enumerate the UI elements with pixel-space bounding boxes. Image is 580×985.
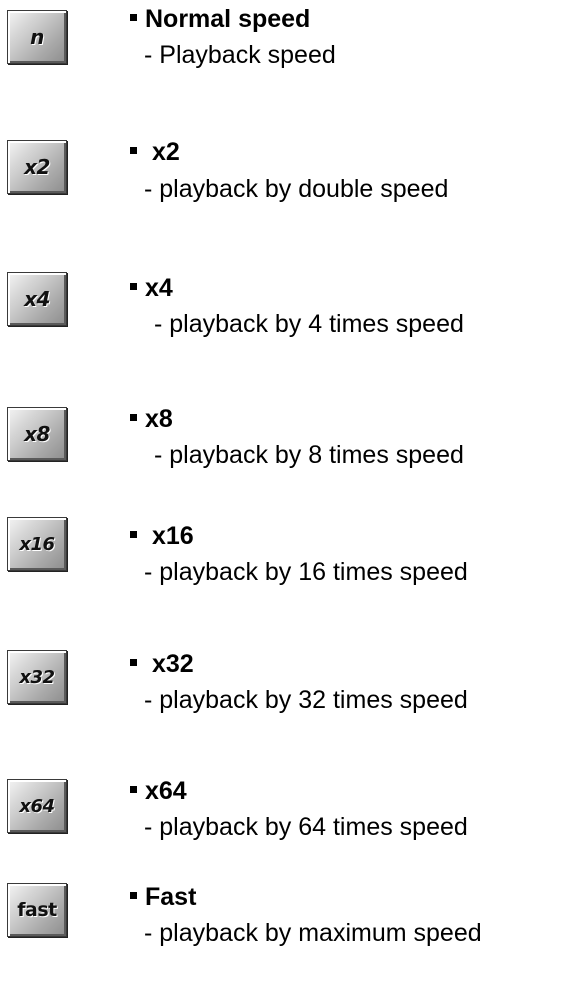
speed-item-title: x64 (130, 776, 187, 806)
speed-item-x4: x4 x4 - playback by 4 times speed (0, 265, 580, 365)
fast-speed-button[interactable]: fast (7, 883, 67, 937)
bullet-icon (130, 891, 137, 899)
speed-item-title-text: x64 (145, 777, 187, 805)
speed-item-title-text: Fast (145, 883, 197, 911)
bullet-icon (130, 785, 137, 793)
speed-item-x2: x2 x2 - playback by double speed (0, 130, 580, 230)
speed-item-description: - playback by 32 times speed (144, 686, 468, 714)
x2-speed-icon: x2 (24, 155, 50, 179)
bullet-icon (130, 282, 137, 290)
speed-item-title-text: x8 (145, 405, 173, 433)
normal-speed-button[interactable]: n (7, 10, 67, 64)
bullet-icon (130, 658, 137, 666)
speed-item-title-text: x32 (151, 650, 194, 678)
speed-item-normal: n Normal speed - Playback speed (0, 0, 580, 100)
fast-speed-icon: fast (17, 899, 57, 921)
speed-item-description: - playback by 16 times speed (144, 558, 468, 586)
speed-item-title-text: x4 (145, 274, 173, 302)
x16-speed-icon: x16 (19, 533, 55, 555)
speed-item-title-text: x2 (151, 138, 180, 166)
speed-item-x8: x8 x8 - playback by 8 times speed (0, 397, 580, 497)
speed-item-description: - playback by double speed (144, 175, 449, 203)
bullet-icon (130, 530, 137, 538)
speed-item-title-text: Normal speed (145, 5, 311, 33)
speed-item-description: - playback by 8 times speed (154, 441, 464, 469)
x32-speed-button[interactable]: x32 (7, 650, 67, 704)
speed-item-x64: x64 x64 - playback by 64 times speed (0, 772, 580, 872)
x8-speed-button[interactable]: x8 (7, 407, 67, 461)
speed-item-x32: x32 x32 - playback by 32 times speed (0, 645, 580, 745)
speed-item-fast: fast Fast - playback by maximum speed (0, 880, 580, 980)
speed-item-x16: x16 x16 - playback by 16 times speed (0, 512, 580, 612)
x16-speed-button[interactable]: x16 (7, 517, 67, 571)
bullet-icon (130, 146, 137, 154)
bullet-icon (130, 13, 137, 21)
speed-item-description: - Playback speed (144, 41, 336, 69)
speed-item-title: Fast (130, 882, 196, 912)
speed-item-title: x16 (130, 521, 194, 551)
speed-item-title: x32 (130, 649, 194, 679)
speed-item-title: x2 (130, 137, 180, 167)
speed-item-description: - playback by 64 times speed (144, 813, 468, 841)
normal-speed-icon: n (30, 25, 44, 49)
speed-item-title: Normal speed (130, 4, 310, 34)
speed-item-description: - playback by maximum speed (144, 919, 482, 947)
x32-speed-icon: x32 (19, 666, 55, 688)
speed-item-title: x8 (130, 404, 173, 434)
speed-item-title: x4 (130, 273, 173, 303)
x4-speed-button[interactable]: x4 (7, 272, 67, 326)
x2-speed-button[interactable]: x2 (7, 140, 67, 194)
x64-speed-button[interactable]: x64 (7, 779, 67, 833)
x8-speed-icon: x8 (24, 422, 50, 446)
x64-speed-icon: x64 (19, 795, 55, 817)
speed-item-title-text: x16 (151, 522, 194, 550)
x4-speed-icon: x4 (24, 287, 50, 311)
bullet-icon (130, 413, 137, 421)
speed-item-description: - playback by 4 times speed (154, 310, 464, 338)
